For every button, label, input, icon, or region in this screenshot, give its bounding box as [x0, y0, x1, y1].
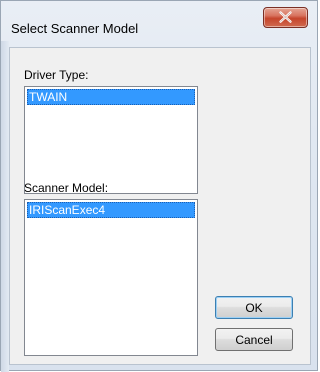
- close-button[interactable]: [263, 7, 308, 28]
- driver-type-item-twain[interactable]: TWAIN: [27, 89, 195, 105]
- scanner-model-item-iriscanexec4[interactable]: IRIScanExec4: [27, 202, 195, 218]
- window-title: Select Scanner Model: [11, 21, 139, 36]
- driver-type-label: Driver Type:: [24, 68, 89, 82]
- cancel-button[interactable]: Cancel: [215, 328, 293, 351]
- scanner-model-listbox[interactable]: IRIScanExec4: [24, 199, 198, 356]
- ok-button[interactable]: OK: [215, 296, 293, 319]
- window-frame-edge: [1, 41, 9, 372]
- close-icon: [279, 11, 292, 23]
- dialog-client-area: Driver Type: TWAIN Scanner Model: IRISca…: [9, 47, 311, 365]
- driver-type-listbox[interactable]: TWAIN: [24, 86, 198, 194]
- title-bar[interactable]: Select Scanner Model: [1, 1, 317, 41]
- dialog-window: Select Scanner Model Driver Type: TWAIN …: [0, 0, 318, 372]
- scanner-model-label: Scanner Model:: [24, 181, 109, 195]
